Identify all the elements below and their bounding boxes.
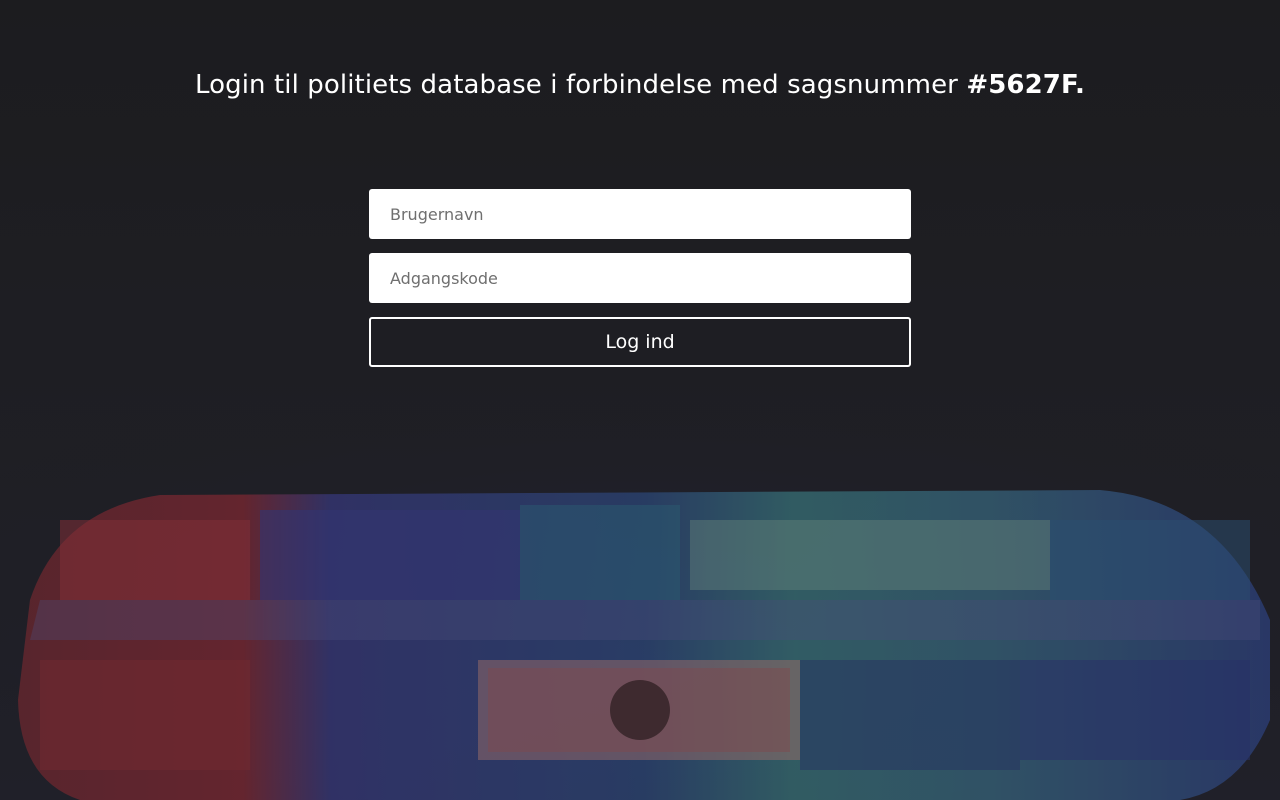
login-form: Log ind — [369, 189, 911, 367]
page-title: Login til politiets database i forbindel… — [0, 70, 1280, 100]
login-page: Login til politiets database i forbindel… — [0, 0, 1280, 800]
username-input[interactable] — [369, 189, 911, 239]
login-button[interactable]: Log ind — [369, 317, 911, 367]
title-text: Login til politiets database i forbindel… — [194, 70, 958, 100]
police-light-bar-image — [0, 0, 1280, 800]
case-number: #5627F. — [966, 70, 1086, 100]
password-input[interactable] — [369, 253, 911, 303]
